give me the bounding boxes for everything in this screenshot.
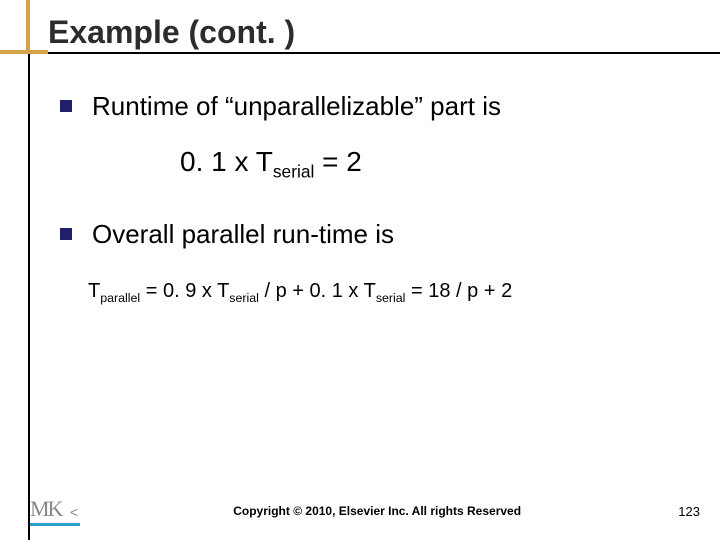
copyright-text: Copyright © 2010, Elsevier Inc. All righ… [76,504,678,518]
slide-footer: MK < Copyright © 2010, Elsevier Inc. All… [0,496,720,526]
logo-text: MK [30,496,61,521]
logo-underline [30,523,80,526]
vertical-rule-accent [26,0,30,52]
bullet-item: Runtime of “unparallelizable” part is [60,90,680,124]
eq-subscript: serial [273,161,314,181]
chevron-left-icon: < [70,504,78,520]
eq-subscript: serial [376,291,406,305]
bullet-text: Overall parallel run-time is [92,218,394,252]
bullet-item: Overall parallel run-time is [60,218,680,252]
horizontal-rule-accent [0,50,48,54]
eq-text: / p + 0. 1 x T [259,280,376,302]
equation-unparallelizable: 0. 1 x Tserial = 2 [180,146,680,183]
slide-title: Example (cont. ) [48,14,295,51]
bullet-text: Runtime of “unparallelizable” part is [92,90,501,124]
eq-text: = 0. 9 x T [140,280,229,302]
eq-text: = 2 [314,146,361,177]
square-bullet-icon [60,100,72,112]
equation-parallel-runtime: Tparallel = 0. 9 x Tserial / p + 0. 1 x … [88,280,680,305]
eq-text: 0. 1 x T [180,146,273,177]
vertical-rule [28,0,30,540]
publisher-logo: MK < [30,496,76,526]
horizontal-rule [0,52,720,54]
slide-content: Runtime of “unparallelizable” part is 0.… [60,90,680,305]
eq-subscript: parallel [100,291,140,305]
eq-subscript: serial [229,291,259,305]
eq-text: T [88,280,100,302]
square-bullet-icon [60,228,72,240]
page-number: 123 [678,504,700,519]
eq-text: = 18 / p + 2 [405,280,512,302]
